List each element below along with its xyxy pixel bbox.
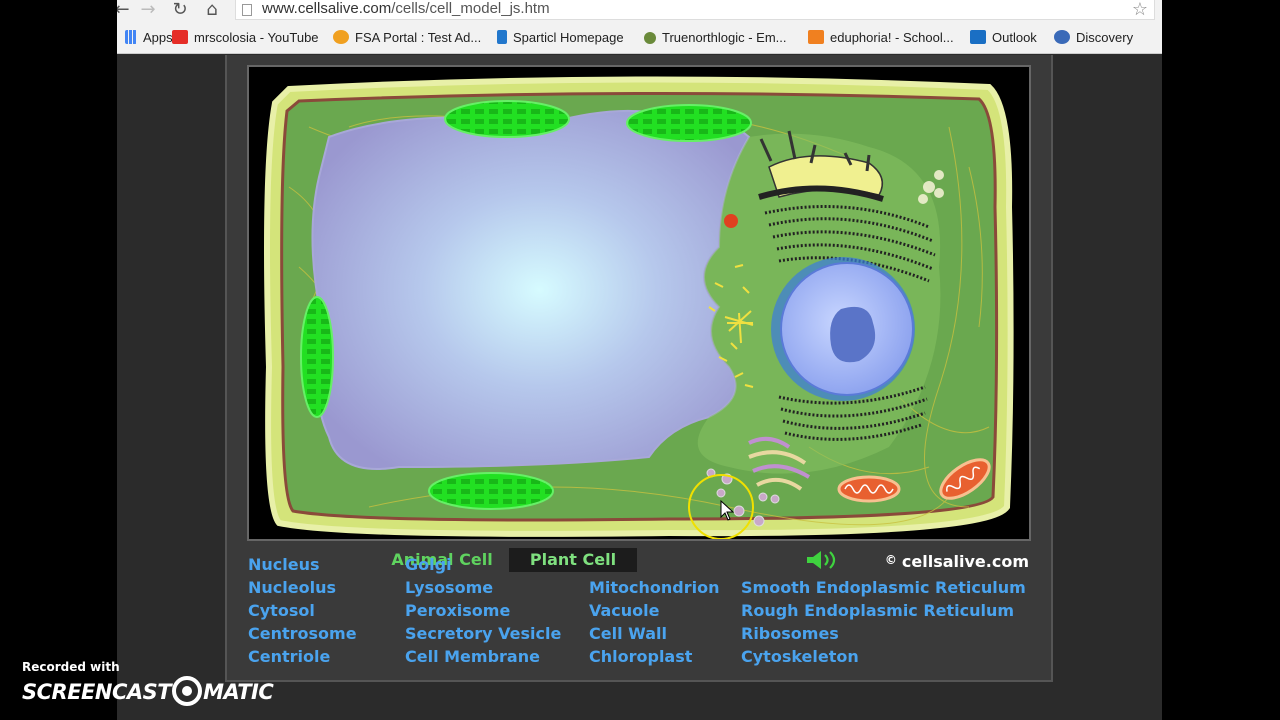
link-centriole[interactable]: Centriole xyxy=(248,646,330,668)
forward-arrow-icon[interactable]: → xyxy=(137,0,159,20)
discovery-icon xyxy=(1054,30,1070,44)
link-cell-membrane[interactable]: Cell Membrane xyxy=(405,646,540,668)
model-controls: Animal Cell Plant Cell © cellsalive.com xyxy=(247,546,1031,574)
link-vacuole[interactable]: Vacuole xyxy=(589,600,660,622)
tab-plant-cell[interactable]: Plant Cell xyxy=(509,548,637,572)
chloroplast xyxy=(428,472,554,510)
left-letterbox xyxy=(0,0,117,720)
screencast-matic-logo: SCREENCAST MATIC xyxy=(22,676,274,706)
link-rough-er[interactable]: Rough Endoplasmic Reticulum xyxy=(741,600,1014,622)
chloroplast xyxy=(444,100,570,138)
url-text: www.cellsalive.com/cells/cell_model_js.h… xyxy=(262,0,550,17)
address-bar[interactable]: www.cellsalive.com/cells/cell_model_js.h… xyxy=(235,0,1155,20)
vacuole xyxy=(311,109,751,470)
watermark-recorded-with: Recorded with xyxy=(22,660,120,674)
home-icon[interactable]: ⌂ xyxy=(201,0,223,20)
peroxisome xyxy=(724,214,738,228)
link-ribosomes[interactable]: Ribosomes xyxy=(741,623,839,645)
page-content: Animal Cell Plant Cell © cellsalive.com N… xyxy=(117,55,1162,720)
page-icon xyxy=(242,4,252,16)
speaker-icon[interactable] xyxy=(803,549,843,571)
link-centrosome[interactable]: Centrosome xyxy=(248,623,357,645)
bookmark-outlook[interactable]: Outlook xyxy=(970,29,1037,47)
sparticl-icon xyxy=(497,30,507,44)
copyright-text: © cellsalive.com xyxy=(884,552,1029,571)
youtube-icon xyxy=(172,30,188,44)
link-chloroplast[interactable]: Chloroplast xyxy=(589,646,692,668)
apps-grid-icon xyxy=(125,30,137,44)
link-lysosome[interactable]: Lysosome xyxy=(405,577,493,599)
browser-window: ← → ↻ ⌂ www.cellsalive.com/cells/cell_mo… xyxy=(117,0,1162,720)
link-smooth-er[interactable]: Smooth Endoplasmic Reticulum xyxy=(741,577,1026,599)
link-nucleus[interactable]: Nucleus xyxy=(248,554,320,576)
link-peroxisome[interactable]: Peroxisome xyxy=(405,600,510,622)
bookmark-apps[interactable]: Apps xyxy=(125,29,173,47)
link-cytosol[interactable]: Cytosol xyxy=(248,600,315,622)
link-mitochondrion[interactable]: Mitochondrion xyxy=(589,577,720,599)
bookmark-youtube[interactable]: mrscolosia - YouTube xyxy=(172,29,319,47)
browser-toolbar: ← → ↻ ⌂ www.cellsalive.com/cells/cell_mo… xyxy=(117,0,1162,22)
link-secretory-vesicle[interactable]: Secretory Vesicle xyxy=(405,623,561,645)
fsa-icon xyxy=(333,30,349,44)
eduphoria-icon xyxy=(808,30,824,44)
bookmarks-bar: Apps mrscolosia - YouTube FSA Portal : T… xyxy=(117,22,1162,54)
outlook-icon xyxy=(970,30,986,44)
chloroplast xyxy=(626,104,752,142)
bookmark-eduphoria[interactable]: eduphoria! - School... xyxy=(808,29,954,47)
truenorth-icon xyxy=(644,32,656,44)
bookmark-discovery[interactable]: Discovery xyxy=(1054,29,1133,47)
link-cytoskeleton[interactable]: Cytoskeleton xyxy=(741,646,859,668)
plant-cell-illustration[interactable] xyxy=(247,65,1031,541)
back-arrow-icon[interactable]: ← xyxy=(117,0,133,20)
chloroplast xyxy=(300,296,334,418)
bookmark-truenorthlogic[interactable]: Truenorthlogic - Em... xyxy=(644,29,787,47)
link-golgi[interactable]: Golgi xyxy=(405,554,452,576)
link-cell-wall[interactable]: Cell Wall xyxy=(589,623,667,645)
bookmark-sparticl[interactable]: Sparticl Homepage xyxy=(497,29,624,47)
mitochondrion xyxy=(837,475,901,503)
bookmark-fsa-portal[interactable]: FSA Portal : Test Ad... xyxy=(333,29,481,47)
reload-icon[interactable]: ↻ xyxy=(169,0,191,20)
link-nucleolus[interactable]: Nucleolus xyxy=(248,577,336,599)
bookmark-star-icon[interactable]: ☆ xyxy=(1132,0,1148,20)
record-icon xyxy=(172,676,203,706)
right-letterbox xyxy=(1162,0,1280,720)
